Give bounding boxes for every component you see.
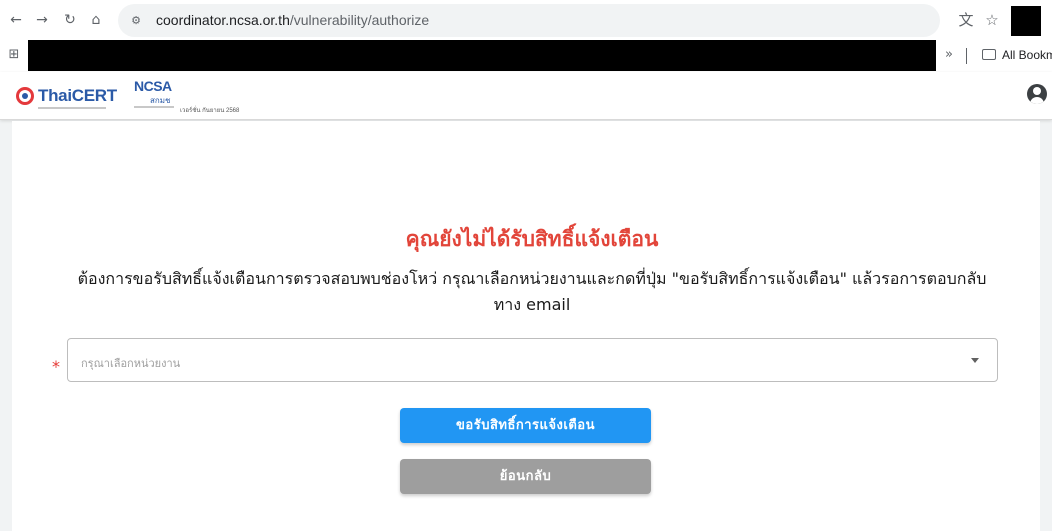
version-label: เวอร์ชั่น กันยายน 2568: [180, 108, 240, 114]
site-settings-icon[interactable]: ⚙: [128, 13, 144, 29]
address-bar[interactable]: ⚙ coordinator.ncsa.or.th/vulnerability/a…: [118, 4, 940, 37]
chevron-more-icon[interactable]: »: [945, 47, 953, 62]
ncsa-logo[interactable]: NCSA สกมช: [134, 78, 174, 112]
account-icon[interactable]: [1027, 84, 1047, 104]
browser-toolbar: ← → ↻ ⌂ ⚙ coordinator.ncsa.or.th/vulnera…: [0, 0, 1052, 40]
dropdown-arrow-icon[interactable]: [971, 358, 979, 363]
redacted-bookmarks: [28, 40, 936, 71]
main-content: คุณยังไม่ได้รับสิทธิ์แจ้งเตือน ต้องการขอ…: [12, 121, 1040, 531]
bookmarks-divider: [966, 48, 967, 64]
app-header: ThaiCERT NCSA สกมช เวอร์ชั่น กันยายน 256…: [0, 72, 1052, 120]
bookmarks-bar: ⊞ » All Bookmar: [0, 40, 1052, 72]
thaicert-tagline: [38, 107, 106, 109]
forward-arrow-icon[interactable]: →: [32, 10, 52, 30]
star-icon[interactable]: ☆: [982, 10, 1002, 30]
url-domain: coordinator.ncsa.or.th: [156, 12, 290, 28]
ncsa-tagline: [134, 106, 174, 108]
all-bookmarks-link[interactable]: All Bookmar: [1002, 48, 1052, 62]
required-marker: *: [52, 357, 60, 376]
profile-redacted[interactable]: [1011, 6, 1041, 36]
translate-icon[interactable]: 文: [956, 10, 976, 30]
page-description: ต้องการขอรับสิทธิ์แจ้งเตือนการตรวจสอบพบช…: [77, 269, 987, 314]
request-notification-button[interactable]: ขอรับสิทธิ์การแจ้งเตือน: [400, 408, 651, 443]
url-text[interactable]: coordinator.ncsa.or.th/vulnerability/aut…: [156, 12, 429, 28]
folder-icon[interactable]: [982, 49, 996, 60]
back-arrow-icon[interactable]: ←: [6, 10, 26, 30]
thaicert-mark-icon: [16, 87, 34, 105]
apps-grid-icon[interactable]: ⊞: [6, 47, 22, 63]
back-button[interactable]: ย้อนกลับ: [400, 459, 651, 494]
thaicert-logo[interactable]: ThaiCERT: [16, 85, 117, 107]
home-icon[interactable]: ⌂: [86, 10, 106, 30]
thaicert-logo-text: ThaiCERT: [38, 86, 117, 105]
url-path: /vulnerability/authorize: [289, 12, 430, 28]
agency-select[interactable]: กรุณาเลือกหน่วยงาน: [67, 338, 998, 382]
ncsa-logo-text: NCSA: [134, 78, 172, 94]
reload-icon[interactable]: ↻: [60, 10, 80, 30]
agency-select-placeholder: กรุณาเลือกหน่วยงาน: [81, 357, 181, 370]
page-title: คุณยังไม่ได้รับสิทธิ์แจ้งเตือน: [405, 227, 659, 251]
